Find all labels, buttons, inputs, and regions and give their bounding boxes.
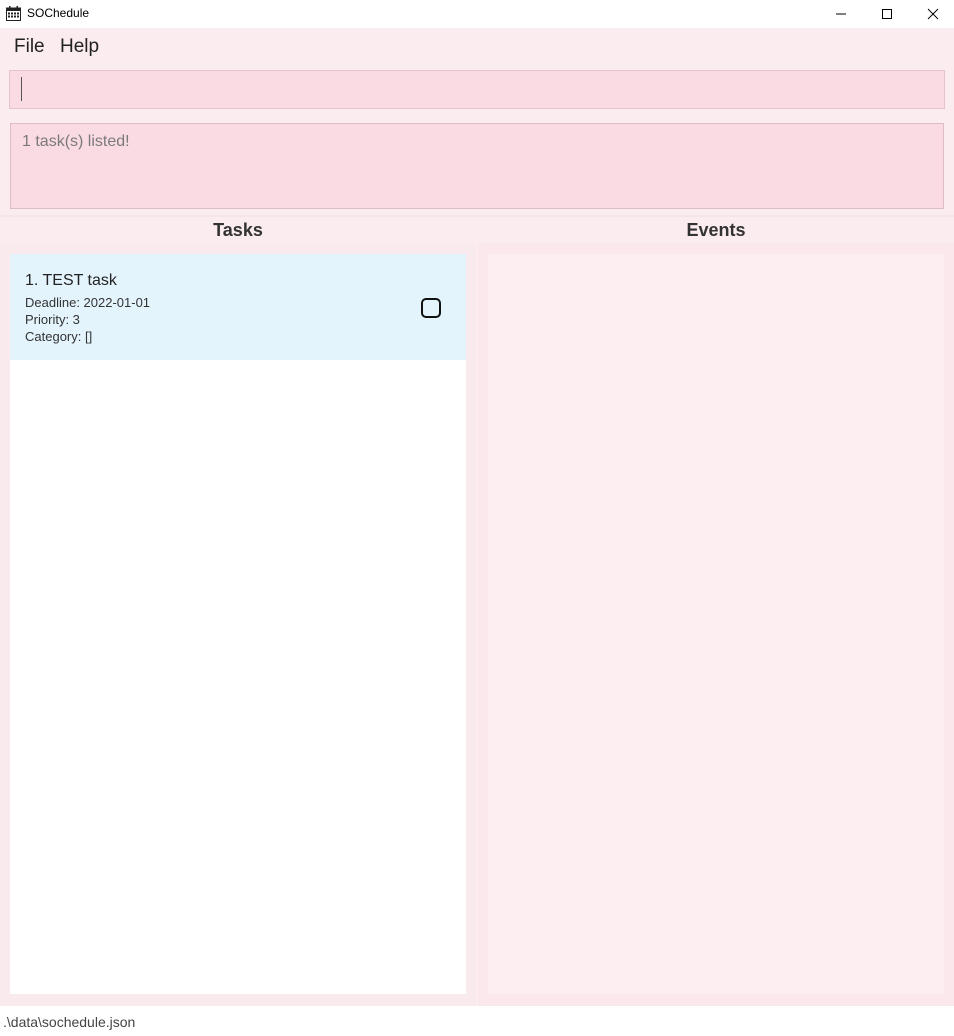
minimize-button[interactable] [818,0,864,28]
close-icon [927,8,939,20]
task-category: Category: [] [25,329,93,344]
task-priority: Priority: 3 [25,312,80,327]
result-message: 1 task(s) listed! [22,133,130,150]
tasks-list[interactable]: 1. TEST task Deadline: 2022-01-01 Priori… [10,254,466,994]
result-display: 1 task(s) listed! [10,123,944,209]
events-list[interactable] [488,254,944,994]
task-card[interactable]: 1. TEST task Deadline: 2022-01-01 Priori… [10,254,466,360]
title-bar: SOChedule [0,0,954,28]
calendar-icon [6,6,21,21]
maximize-icon [882,9,892,19]
tasks-panel-title: Tasks [213,220,263,240]
task-title: 1. TEST task [25,272,117,289]
menu-help[interactable]: Help [60,36,99,58]
window-title: SOChedule [27,6,90,20]
data-file-path: .\data\sochedule.json [3,1014,136,1030]
menu-bar: File Help [0,28,954,64]
divider [0,215,954,217]
events-panel-title: Events [686,220,746,240]
maximize-button[interactable] [864,0,910,28]
task-deadline: Deadline: 2022-01-01 [25,295,151,310]
menu-file[interactable]: File [14,36,45,58]
status-bar: .\data\sochedule.json [0,1006,954,1036]
close-button[interactable] [910,0,954,28]
minimize-icon [836,13,846,15]
command-input[interactable] [9,70,945,109]
task-complete-checkbox[interactable] [421,298,441,318]
